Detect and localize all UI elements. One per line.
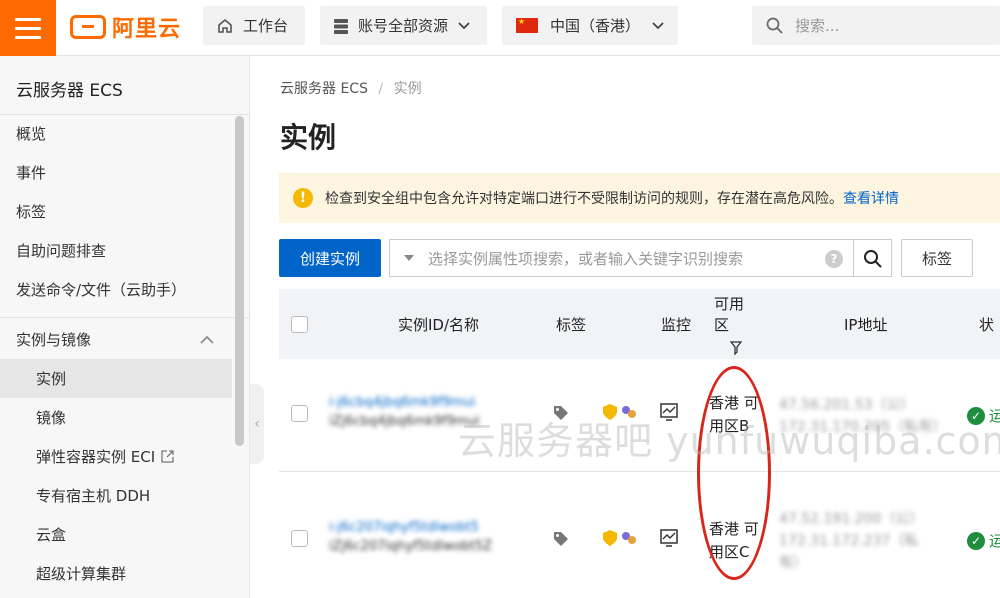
instance-id-link[interactable]: i-j6cbq4jbq6mk9f9mui [329, 395, 480, 410]
region-label: 中国（香港） [550, 17, 641, 35]
sidebar-item-overview[interactable]: 概览 [0, 114, 232, 153]
chevron-down-icon [458, 21, 470, 30]
tag-filter-button[interactable]: 标签 [901, 239, 973, 277]
zone-header-label: 可用区 [714, 295, 745, 334]
china-flag-icon [516, 18, 538, 33]
sidebar-group-instances-images[interactable]: 实例与镜像 [0, 320, 232, 359]
column-header-tags: 标签 [556, 315, 587, 334]
instance-status: 运 [989, 532, 1000, 550]
help-icon[interactable]: ? [825, 250, 843, 268]
sidebar-item-troubleshoot[interactable]: 自助问题排查 [0, 231, 232, 270]
ip-private: 172.31.172.237（私 [779, 533, 919, 549]
row-checkbox[interactable] [291, 530, 308, 547]
sidebar-scrollbar[interactable] [235, 116, 244, 446]
breadcrumb-current: 实例 [393, 81, 422, 97]
hamburger-menu-icon[interactable] [0, 0, 56, 56]
alert-details-link[interactable]: 查看详情 [843, 188, 899, 208]
column-header-ip: IP地址 [844, 315, 888, 334]
chevron-up-icon [200, 335, 214, 344]
table-header: 实例ID/名称 标签 监控 可用区 IP地址 状 [279, 289, 1000, 359]
annotation-ellipse [697, 366, 771, 580]
collapse-sidebar-chevron-left-icon[interactable]: ‹ [250, 384, 264, 464]
sidebar-item-events[interactable]: 事件 [0, 153, 232, 192]
logo-text: 阿里云 [112, 17, 182, 42]
instance-name: iZj6cbq4jbq6mk9f9mui [329, 414, 480, 429]
search-icon [766, 17, 783, 34]
workbench-button[interactable]: 工作台 [203, 6, 305, 45]
column-header-status: 状 [979, 315, 995, 334]
alert-text: 检查到安全组中包含允许对特定端口进行不受限制访问的规则，存在潜在高危风险。 [325, 191, 843, 207]
warning-icon: ! [293, 188, 313, 208]
sidebar-item-images[interactable]: 镜像 [0, 398, 232, 437]
caret-down-icon[interactable] [404, 255, 414, 261]
search-placeholder: 搜索... [795, 17, 840, 35]
row-checkbox[interactable] [291, 405, 308, 422]
select-all-checkbox[interactable] [291, 315, 308, 333]
global-search-input[interactable]: 搜索... [752, 6, 1000, 45]
monitor-chart-icon[interactable] [660, 529, 678, 547]
search-placeholder: 选择实例属性项搜索，或者输入关键字识别搜索 [428, 249, 744, 268]
chevron-down-icon [652, 21, 664, 30]
sidebar-item-label: 弹性容器实例 ECI [36, 448, 156, 466]
divider [0, 317, 250, 318]
sidebar-item-instances[interactable]: 实例 [0, 359, 232, 398]
breadcrumb-root[interactable]: 云服务器 ECS [280, 81, 368, 97]
sidebar-item-ddh[interactable]: 专有宿主机 DDH [0, 476, 232, 515]
ip-public: 47.52.191.200（公） [779, 511, 924, 527]
ip-private-cont: 有） [779, 555, 807, 571]
top-bar: 阿里云 工作台 账号全部资源 中国（香港） 搜索... [0, 0, 1000, 56]
aliyun-logo[interactable]: 阿里云 [70, 12, 181, 42]
sidebar-group-label: 实例与镜像 [16, 331, 92, 349]
create-instance-button[interactable]: 创建实例 [279, 239, 381, 277]
sidebar-item-tags[interactable]: 标签 [0, 192, 232, 231]
filter-icon[interactable] [730, 341, 742, 355]
tag-icon[interactable] [553, 531, 569, 547]
security-shield-icon [602, 529, 618, 547]
external-link-icon [161, 450, 174, 463]
breadcrumb-separator: / [378, 81, 384, 97]
search-button[interactable] [853, 239, 892, 277]
sidebar-title: 云服务器 ECS [16, 81, 123, 101]
instance-id-link[interactable]: i-j6c207iqhyf5tdlwobt5 [329, 520, 492, 535]
column-header-id-name: 实例ID/名称 [398, 315, 480, 334]
sidebar-item-eci[interactable]: 弹性容器实例 ECI [0, 437, 232, 476]
page-title: 实例 [280, 121, 337, 154]
security-alert-banner: ! 检查到安全组中包含允许对特定端口进行不受限制访问的规则，存在潜在高危风险。 … [279, 173, 1000, 223]
sidebar-item-supercomputing[interactable]: 超级计算集群 [0, 554, 232, 593]
region-selector[interactable]: 中国（香港） [502, 6, 678, 45]
account-resources-dropdown[interactable]: 账号全部资源 [320, 6, 487, 45]
sidebar-item-cloud-assistant[interactable]: 发送命令/文件（云助手） [0, 270, 232, 309]
aliyun-logo-icon [70, 15, 106, 39]
column-header-zone: 可用区 [714, 289, 758, 359]
workbench-label: 工作台 [243, 17, 289, 35]
search-icon [863, 249, 882, 268]
main-content: 云服务器 ECS / 实例 实例 ! 检查到安全组中包含允许对特定端口进行不受限… [264, 56, 1000, 598]
agent-gear-icon [620, 529, 638, 547]
home-icon [217, 18, 233, 34]
instance-search-input[interactable]: 选择实例属性项搜索，或者输入关键字识别搜索 ? [389, 239, 854, 277]
running-check-icon: ✓ [967, 531, 985, 550]
instance-name: iZj6c207iqhyf5tdlwobt5Z [329, 539, 493, 554]
account-label: 账号全部资源 [358, 17, 449, 35]
sidebar-item-cloudbox[interactable]: 云盒 [0, 515, 232, 554]
sidebar: 云服务器 ECS 概览 事件 标签 自助问题排查 发送命令/文件（云助手） 实例… [0, 56, 250, 598]
column-header-monitor: 监控 [661, 315, 692, 334]
watermark: 云服务器吧 yunfuwuqiba.com [458, 419, 1000, 463]
server-stack-icon [334, 18, 348, 34]
breadcrumb: 云服务器 ECS / 实例 [280, 78, 422, 98]
table-row: i-j6c207iqhyf5tdlwobt5 iZj6c207iqhyf5tdl… [279, 472, 1000, 585]
